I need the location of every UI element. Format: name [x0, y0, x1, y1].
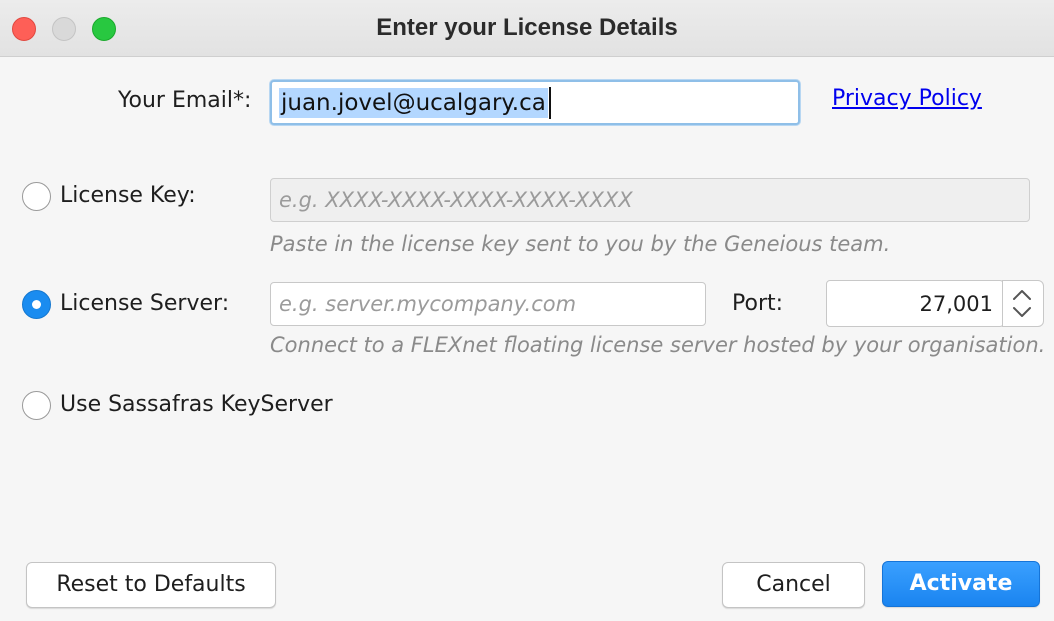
- sassafras-radio[interactable]: [22, 391, 51, 420]
- license-key-field[interactable]: [270, 178, 1030, 222]
- license-server-label: License Server:: [60, 291, 230, 316]
- license-key-radio[interactable]: [22, 182, 51, 211]
- sassafras-label: Use Sassafras KeyServer: [60, 392, 333, 417]
- reset-defaults-button[interactable]: Reset to Defaults: [26, 562, 276, 608]
- email-field[interactable]: juan.jovel@ucalgary.ca: [270, 80, 800, 125]
- license-key-input[interactable]: [271, 179, 1029, 221]
- license-server-radio[interactable]: [22, 290, 51, 319]
- chevron-up-icon[interactable]: [1013, 290, 1031, 300]
- privacy-policy-link[interactable]: Privacy Policy: [832, 86, 982, 111]
- port-stepper[interactable]: [1002, 280, 1044, 327]
- text-caret: [549, 87, 551, 119]
- license-key-label: License Key:: [60, 183, 196, 208]
- license-key-hint: Paste in the license key sent to you by …: [270, 232, 891, 256]
- email-value: juan.jovel@ucalgary.ca: [279, 88, 548, 118]
- port-input[interactable]: [827, 281, 1003, 326]
- email-label: Your Email*:: [118, 88, 252, 113]
- chevron-down-icon[interactable]: [1013, 307, 1031, 317]
- window-title: Enter your License Details: [376, 14, 678, 41]
- license-server-input[interactable]: [271, 283, 705, 325]
- port-label: Port:: [732, 291, 784, 316]
- license-server-field[interactable]: [270, 282, 706, 326]
- title-bar: Enter your License Details: [0, 0, 1054, 57]
- cancel-button[interactable]: Cancel: [722, 562, 865, 608]
- port-field[interactable]: [826, 280, 1004, 327]
- activate-button[interactable]: Activate: [882, 561, 1040, 607]
- license-server-hint: Connect to a FLEXnet floating license se…: [270, 333, 1046, 357]
